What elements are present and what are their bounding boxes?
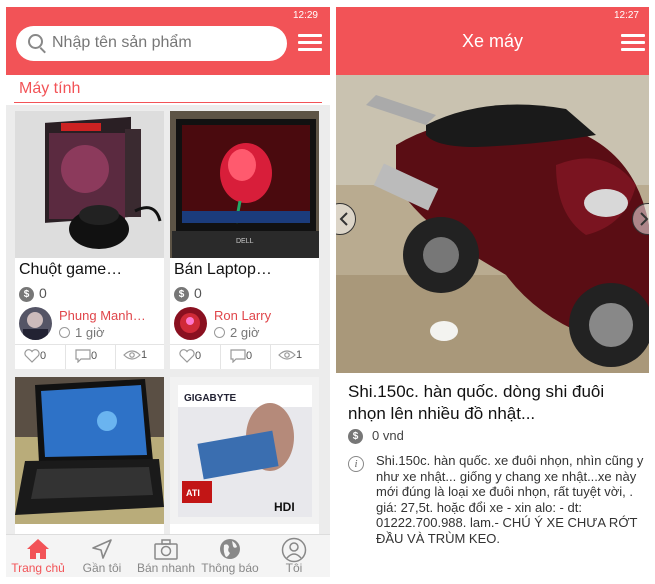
- heart-icon: [179, 349, 195, 363]
- nav-label: Tôi: [285, 561, 303, 575]
- status-time: 12:27: [613, 10, 639, 21]
- svg-text:ATI: ATI: [186, 488, 200, 498]
- nav-me[interactable]: Tôi: [262, 535, 326, 577]
- price-value: 0 vnd: [372, 428, 404, 443]
- search-placeholder: Nhập tên sản phẩm: [52, 34, 192, 51]
- nav-label: Thông báo: [201, 561, 259, 575]
- category-header: Máy tính: [6, 75, 330, 105]
- seller-name[interactable]: Phung Manh…: [59, 308, 146, 323]
- info-icon: i: [348, 456, 364, 472]
- comment-count: 0: [91, 349, 98, 362]
- product-photo[interactable]: [336, 75, 649, 373]
- chevron-right-icon: [640, 212, 649, 226]
- product-title: Chuột game…: [19, 261, 123, 278]
- status-time: 12:29: [292, 10, 318, 21]
- coin-icon: $: [174, 286, 189, 302]
- svg-text:DELL: DELL: [236, 238, 254, 245]
- nav-quick-sell[interactable]: Bán nhanh: [134, 535, 198, 577]
- comment-button[interactable]: 0: [75, 349, 98, 364]
- eye-icon: [278, 350, 296, 360]
- product-card[interactable]: [15, 377, 164, 537]
- view-count: 1: [141, 349, 148, 361]
- product-price: $0: [19, 285, 47, 302]
- search-input[interactable]: Nhập tên sản phẩm: [16, 26, 287, 61]
- menu-icon[interactable]: [621, 34, 645, 52]
- view-count: 1: [296, 349, 303, 361]
- seller-name[interactable]: Ron Larry: [214, 308, 271, 323]
- globe-icon: [220, 539, 240, 559]
- product-image[interactable]: [15, 377, 164, 524]
- product-card[interactable]: DELL Bán Laptop… $0 Ron Larry 2 giờ 0 0 …: [170, 111, 319, 369]
- location-arrow-icon: [92, 539, 112, 559]
- home-screen: 12:29 Nhập tên sản phẩm Máy tính Chuột g…: [6, 7, 330, 577]
- time-value: 1 giờ: [75, 325, 105, 340]
- prev-image-button[interactable]: [336, 203, 356, 235]
- page-title: Xe máy: [461, 31, 524, 51]
- detail-header: 12:27 Xe máy: [336, 7, 649, 75]
- post-time: 2 giờ: [214, 325, 260, 340]
- view-count-box: 1: [278, 349, 302, 361]
- svg-text:HDI: HDI: [274, 500, 295, 514]
- comment-button[interactable]: 0: [230, 349, 253, 364]
- category-title: Máy tính: [19, 80, 81, 97]
- like-count: 0: [40, 349, 47, 362]
- time-value: 2 giờ: [230, 325, 260, 340]
- screenshot-stage: 12:29 Nhập tên sản phẩm Máy tính Chuột g…: [0, 0, 655, 584]
- comment-icon: [75, 349, 91, 364]
- like-button[interactable]: 0: [24, 349, 46, 363]
- category-underline: [14, 102, 322, 103]
- nav-label: Gần tôi: [82, 561, 122, 575]
- coin-icon: $: [19, 286, 34, 302]
- search-icon: [28, 34, 43, 49]
- like-count: 0: [195, 349, 202, 362]
- item-price: $0 vnd: [348, 428, 404, 445]
- nav-label: Trang chủ: [11, 561, 65, 575]
- next-image-button[interactable]: [632, 203, 649, 235]
- clock-icon: [214, 327, 225, 338]
- product-title: Bán Laptop…: [174, 261, 272, 278]
- view-count-box: 1: [123, 349, 147, 361]
- home-header: 12:29 Nhập tên sản phẩm: [6, 7, 330, 75]
- product-card[interactable]: Chuột game… $0 Phung Manh… 1 giờ 0 0 1: [15, 111, 164, 369]
- card-stats: 0 0 1: [170, 344, 319, 369]
- product-image[interactable]: DELL: [170, 111, 319, 258]
- user-icon: [281, 537, 307, 563]
- card-stats: 0 0 1: [15, 344, 164, 369]
- nav-notifications[interactable]: Thông báo: [198, 535, 262, 577]
- avatar[interactable]: [174, 307, 207, 340]
- price-value: 0: [39, 285, 47, 301]
- avatar[interactable]: [19, 307, 52, 340]
- nav-home[interactable]: Trang chủ: [6, 535, 70, 577]
- like-button[interactable]: 0: [179, 349, 201, 363]
- eye-icon: [123, 350, 141, 360]
- chevron-left-icon: [339, 212, 348, 226]
- product-image[interactable]: [15, 111, 164, 258]
- price-value: 0: [194, 285, 202, 301]
- menu-icon[interactable]: [298, 34, 322, 52]
- product-card[interactable]: GIGABYTE ATI HDI: [170, 377, 319, 537]
- comment-icon: [230, 349, 246, 364]
- product-image[interactable]: GIGABYTE ATI HDI: [170, 377, 319, 524]
- comment-count: 0: [246, 349, 253, 362]
- home-icon: [27, 539, 49, 559]
- bottom-nav: Trang chủ Gần tôi Bán nhanh Thông báo Tô…: [6, 534, 330, 577]
- product-price: $0: [174, 285, 202, 302]
- item-description: Shi.150c. hàn quốc. xe đuôi nhọn, nhìn c…: [376, 453, 644, 546]
- item-name: Shi.150c. hàn quốc. dòng shi đuôi nhọn l…: [348, 382, 605, 423]
- clock-icon: [59, 327, 70, 338]
- coin-icon: $: [348, 429, 363, 445]
- camera-icon: [154, 539, 178, 560]
- detail-screen: 12:27 Xe máy Shi.150c. hàn quốc. dòng sh…: [336, 7, 649, 577]
- heart-icon: [24, 349, 40, 363]
- nav-nearby[interactable]: Gần tôi: [70, 535, 134, 577]
- nav-label: Bán nhanh: [136, 561, 196, 575]
- post-time: 1 giờ: [59, 325, 105, 340]
- svg-text:GIGABYTE: GIGABYTE: [184, 393, 237, 404]
